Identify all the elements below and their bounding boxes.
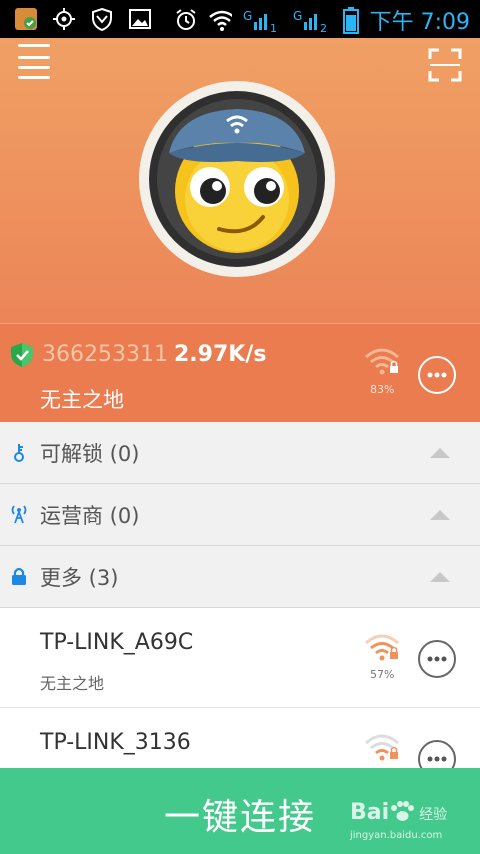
app-icon <box>14 7 38 31</box>
shield-icon <box>90 7 114 31</box>
avatar[interactable] <box>139 81 335 277</box>
collapse-arrow-icon[interactable] <box>430 510 450 520</box>
signal-icon: G1 <box>242 8 282 34</box>
lock-icon <box>12 567 26 585</box>
wifi-icon <box>208 8 232 32</box>
status-bar: G1 G2 下午 7:09 <box>0 0 480 38</box>
section-carrier[interactable]: 运营商 (0) <box>0 484 480 546</box>
network-name: TP-LINK_A69C <box>40 630 194 655</box>
section-unlockable[interactable]: 可解锁 (0) <box>0 422 480 484</box>
battery-icon <box>342 7 360 34</box>
menu-icon-bar <box>18 56 50 59</box>
alarm-icon <box>174 8 198 32</box>
network-signal-percent: 57% <box>370 668 395 681</box>
section-label: 运营商 (0) <box>40 504 140 528</box>
hero-panel <box>0 38 480 323</box>
section-more[interactable]: 更多 (3) <box>0 546 480 608</box>
status-bar-left <box>14 7 152 31</box>
connection-stats: 366253311 2.97K/s <box>42 342 266 367</box>
watermark-suffix: 经验 <box>419 807 448 823</box>
gallery-icon <box>128 7 152 31</box>
more-dots-icon <box>427 372 447 378</box>
location-icon <box>52 7 76 31</box>
collapse-arrow-icon[interactable] <box>430 448 450 458</box>
connection-speed: 2.97K/s <box>173 342 267 367</box>
scan-icon <box>428 48 462 82</box>
key-icon <box>14 444 24 462</box>
notification-dot <box>18 44 50 47</box>
status-time: 下午 7:09 <box>369 10 470 35</box>
status-bar-right: G1 G2 下午 7:09 <box>174 4 470 36</box>
security-shield-icon <box>11 343 33 367</box>
svg-text:G: G <box>243 9 252 23</box>
signal-icon: G2 <box>292 8 332 34</box>
network-subtitle: 无主之地 <box>40 674 105 693</box>
menu-icon-bar <box>18 76 50 79</box>
connected-ssid: 无主之地 <box>40 388 124 412</box>
antenna-icon <box>11 505 27 524</box>
section-label: 可解锁 (0) <box>40 442 140 466</box>
menu-button[interactable] <box>18 44 54 80</box>
connection-more-button[interactable] <box>418 356 456 394</box>
network-name: TP-LINK_3136 <box>40 730 191 755</box>
connection-signal-percent: 83% <box>370 383 395 396</box>
menu-icon-bar <box>18 66 50 69</box>
sim1-label: 1 <box>270 22 277 34</box>
network-more-button[interactable] <box>418 640 456 678</box>
svg-text:G: G <box>293 9 302 23</box>
wifi-locked-icon <box>365 734 399 761</box>
smiley-mascot-icon <box>143 85 331 273</box>
connection-id: 366253311 <box>42 342 168 367</box>
scan-button[interactable] <box>428 48 462 82</box>
network-row[interactable]: TP-LINK_A69C 无主之地 57% <box>0 608 480 708</box>
paw-icon <box>391 801 415 821</box>
section-label: 更多 (3) <box>40 566 119 590</box>
wifi-locked-icon <box>365 634 399 661</box>
watermark-url: jingyan.baidu.com <box>350 830 443 841</box>
wifi-locked-icon <box>365 348 399 375</box>
watermark-brand: Bai <box>350 800 390 825</box>
sim2-label: 2 <box>320 22 327 34</box>
baidu-watermark: Bai 经验 jingyan.baidu.com <box>350 800 448 841</box>
collapse-arrow-icon[interactable] <box>430 572 450 582</box>
more-dots-icon <box>427 656 447 662</box>
current-connection-panel: 366253311 2.97K/s 无主之地 83% <box>0 323 480 423</box>
